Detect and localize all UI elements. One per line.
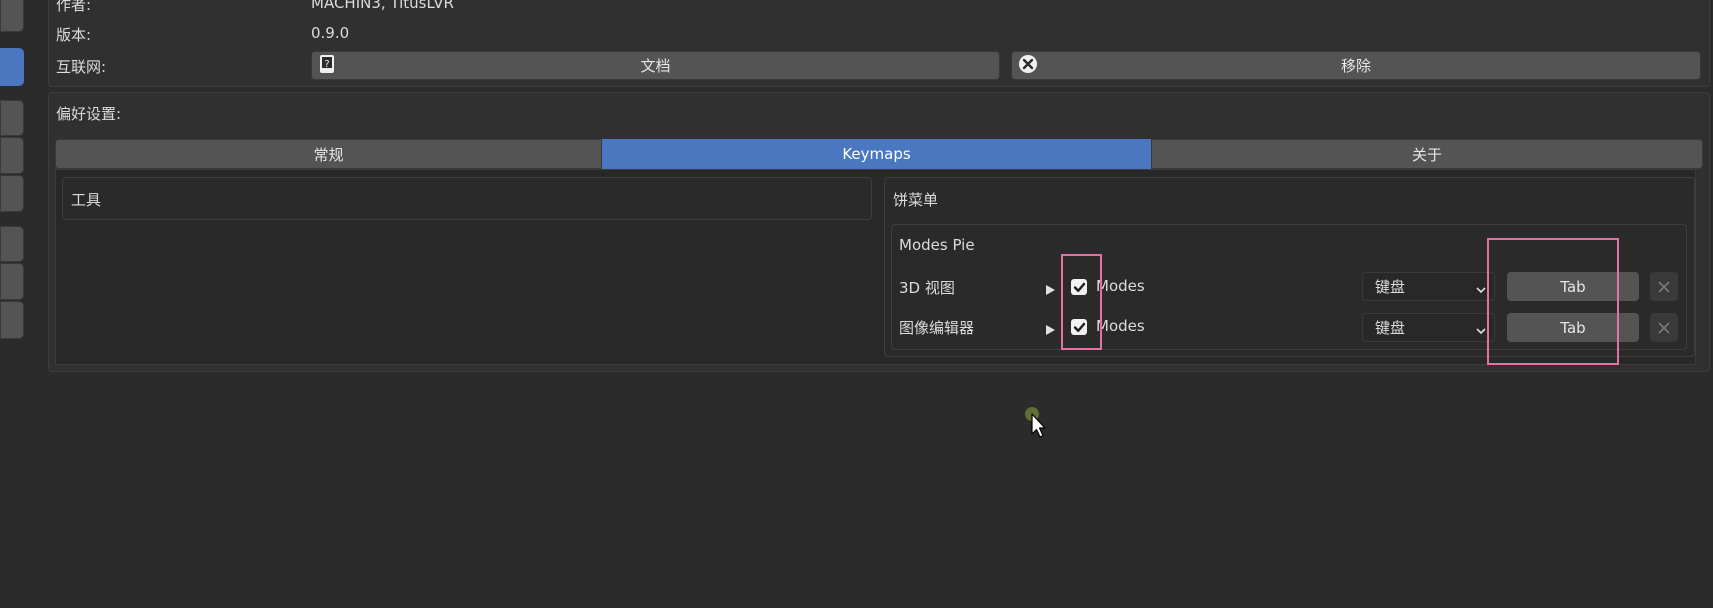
- sidebar-tab-4[interactable]: [0, 137, 24, 174]
- keymap-row-image-editor-label: 图像编辑器: [899, 319, 975, 337]
- keymap-row-3d-view-input-type-value: 键盘: [1375, 278, 1406, 296]
- chevron-down-icon: [1476, 322, 1486, 340]
- sidebar-tab-6[interactable]: [0, 226, 24, 262]
- close-circle-icon: [1018, 54, 1038, 78]
- mouse-cursor-icon: [1024, 406, 1046, 444]
- sidebar-tab-8[interactable]: [0, 301, 24, 339]
- expand-arrow-icon[interactable]: [1046, 281, 1055, 299]
- keymap-row-3d-view-label: 3D 视图: [899, 279, 955, 297]
- expand-arrow-icon[interactable]: [1046, 321, 1055, 339]
- key-highlight-box: [1487, 238, 1619, 365]
- sidebar-tab-3[interactable]: [0, 100, 24, 136]
- author-label: 作者:: [56, 0, 92, 14]
- keymap-row-3d-view-input-type[interactable]: 键盘: [1362, 272, 1495, 301]
- svg-text:?: ?: [324, 59, 329, 70]
- sidebar-tab-7[interactable]: [0, 263, 24, 300]
- checkbox-highlight-box: [1061, 254, 1102, 350]
- remove-button[interactable]: 移除: [1011, 51, 1701, 80]
- documentation-button-label: 文档: [640, 57, 671, 75]
- tab-general[interactable]: 常规: [55, 139, 602, 169]
- remove-button-label: 移除: [1340, 57, 1371, 75]
- tab-keymaps[interactable]: Keymaps: [602, 139, 1151, 169]
- chevron-down-icon: [1476, 281, 1486, 299]
- close-icon: [1658, 280, 1670, 293]
- tab-general-label: 常规: [313, 145, 344, 164]
- keymap-row-image-editor-input-type-value: 键盘: [1375, 319, 1406, 337]
- keymap-row-3d-view-name: Modes: [1096, 277, 1145, 295]
- keymap-row-3d-view-remove[interactable]: [1650, 272, 1678, 301]
- version-value: 0.9.0: [311, 24, 350, 42]
- sidebar-tab-5[interactable]: [0, 175, 24, 212]
- version-label: 版本:: [56, 26, 92, 44]
- pie-menu-title: 饼菜单: [893, 191, 939, 209]
- tab-keymaps-label: Keymaps: [842, 145, 911, 163]
- preferences-title: 偏好设置:: [56, 105, 122, 123]
- modes-pie-title: Modes Pie: [899, 236, 975, 254]
- keymap-row-image-editor-name: Modes: [1096, 317, 1145, 335]
- book-icon: ?: [318, 54, 338, 78]
- tab-about[interactable]: 关于: [1151, 139, 1703, 169]
- tab-about-label: 关于: [1411, 145, 1442, 164]
- close-icon: [1658, 321, 1670, 334]
- preferences-tabbar: 常规 Keymaps 关于: [55, 139, 1703, 169]
- documentation-button[interactable]: ? 文档: [311, 51, 1000, 80]
- tools-title: 工具: [71, 191, 102, 209]
- sidebar-tab-1[interactable]: [0, 0, 24, 32]
- keymap-row-image-editor-input-type[interactable]: 键盘: [1362, 313, 1495, 342]
- sidebar-tab-addons[interactable]: [0, 48, 24, 86]
- internet-label: 互联网:: [56, 58, 107, 76]
- author-value: MACHIN3, TitusLVR: [311, 0, 454, 12]
- tools-box: [62, 177, 872, 220]
- keymap-row-image-editor-remove[interactable]: [1650, 313, 1678, 342]
